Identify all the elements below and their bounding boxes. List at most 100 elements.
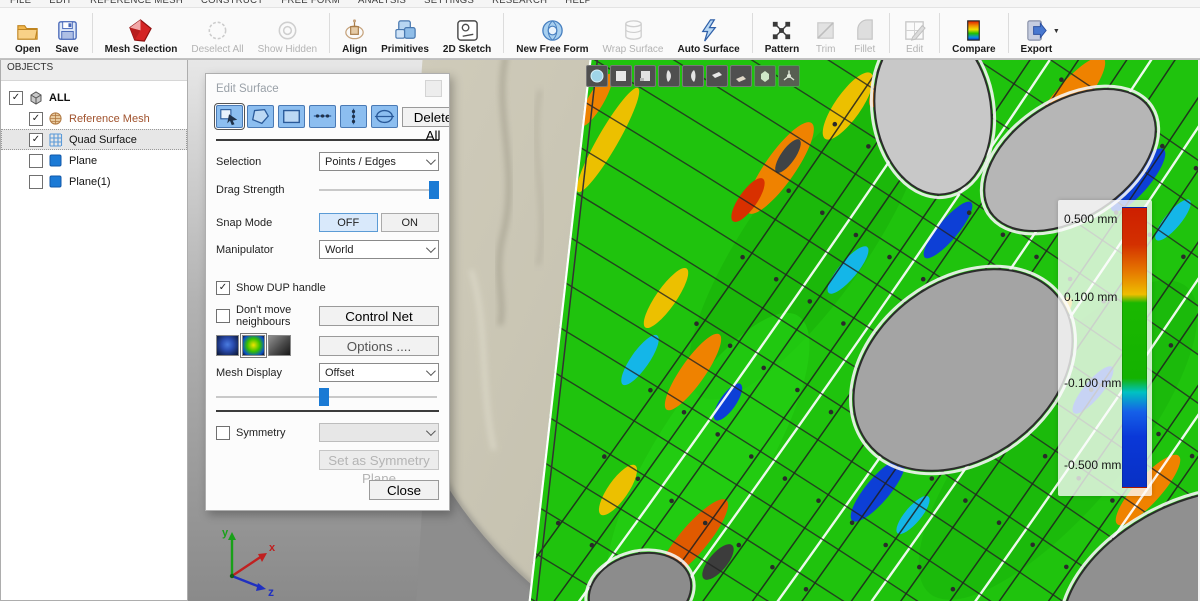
menu-research[interactable]: RESEARCH <box>492 0 547 7</box>
normal-view-icon[interactable] <box>778 65 800 87</box>
axis-x-label: x <box>269 542 276 554</box>
toolbar-separator <box>92 13 93 53</box>
show-dup-label: Show DUP handle <box>236 282 326 294</box>
options-button[interactable]: Options .... <box>319 336 439 356</box>
checkbox-plane[interactable] <box>29 154 43 168</box>
fillet-button[interactable]: Fillet <box>845 8 884 58</box>
delete-all-button[interactable]: Delete All <box>402 107 450 127</box>
mesh-display-slider[interactable] <box>216 388 437 406</box>
symmetry-plane-dropdown[interactable] <box>319 423 439 442</box>
2d-sketch-icon <box>455 18 480 43</box>
primitives-button[interactable]: Primitives <box>374 8 436 58</box>
legend-label-max: 0.500 mm <box>1064 212 1117 226</box>
trim-icon <box>813 18 838 43</box>
trim-button[interactable]: Trim <box>806 8 845 58</box>
chevron-down-icon <box>426 155 436 165</box>
quad-surface-icon <box>48 132 63 147</box>
mesh-selection-button[interactable]: Mesh Selection <box>98 8 185 58</box>
export-button[interactable]: ▼ Export <box>1014 8 1060 58</box>
tree-item-reference-mesh[interactable]: ✓ Reference Mesh <box>1 108 187 129</box>
display-deviation-thumbnail[interactable] <box>242 335 265 356</box>
auto-surface-button[interactable]: Auto Surface <box>670 8 746 58</box>
export-dropdown-caret[interactable]: ▼ <box>1053 28 1060 35</box>
menu-reference-mesh[interactable]: REFERENCE MESH <box>90 0 183 7</box>
mesh-display-dropdown[interactable]: Offset <box>319 363 439 382</box>
checkbox-all[interactable]: ✓ <box>9 91 23 105</box>
edit-icon <box>902 18 927 43</box>
checkbox-reference-mesh[interactable]: ✓ <box>29 112 43 126</box>
dont-move-checkbox[interactable] <box>216 309 230 323</box>
dialog-divider <box>216 410 439 412</box>
set-symmetry-plane-button[interactable]: Set as Symmetry Plane <box>319 450 439 470</box>
tree-item-all[interactable]: ✓ ALL <box>1 87 187 108</box>
toolbar-separator <box>752 13 753 53</box>
main-area: OBJECTS ✓ ALL ✓ Reference Mesh <box>0 59 1200 601</box>
menu-settings[interactable]: SETTINGS <box>424 0 474 7</box>
edit-button[interactable]: Edit <box>895 8 934 58</box>
wrap-surface-button[interactable]: Wrap Surface <box>596 8 671 58</box>
dialog-close-icon[interactable] <box>425 80 442 97</box>
menu-edit[interactable]: EDIT <box>49 0 72 7</box>
display-shaded-thumbnail[interactable] <box>268 335 291 356</box>
menu-file[interactable]: FILE <box>10 0 31 7</box>
compare-button[interactable]: Compare <box>945 8 1002 58</box>
export-icon <box>1024 18 1049 43</box>
view-toolbar <box>586 65 800 87</box>
mesh-display-slider-thumb[interactable] <box>319 388 329 406</box>
lasso-select-tool[interactable] <box>247 105 274 128</box>
select-points-tool[interactable] <box>216 105 243 128</box>
new-free-form-button[interactable]: New Free Form <box>509 8 595 58</box>
view-front-icon[interactable] <box>610 65 632 87</box>
drag-strength-slider-thumb[interactable] <box>429 181 439 199</box>
symmetry-label: Symmetry <box>236 427 319 439</box>
view-top-icon[interactable] <box>706 65 728 87</box>
toolbar-separator <box>329 13 330 53</box>
axis-y-label: y <box>222 527 229 539</box>
show-dup-checkbox[interactable]: ✓ <box>216 281 230 295</box>
view-right-icon[interactable] <box>682 65 704 87</box>
menu-help[interactable]: HELP <box>565 0 591 7</box>
rectangle-select-tool[interactable] <box>278 105 305 128</box>
loop-select-tool[interactable] <box>371 105 398 128</box>
legend-label-min: -0.500 mm <box>1064 458 1121 472</box>
chevron-down-icon <box>426 426 436 436</box>
sphere-select-icon[interactable] <box>586 65 608 87</box>
drag-strength-slider[interactable] <box>319 181 439 199</box>
checkbox-quad-surface[interactable]: ✓ <box>29 133 43 147</box>
legend-color-bar <box>1122 207 1147 488</box>
control-net-button[interactable]: Control Net <box>319 306 439 326</box>
selection-dropdown[interactable]: Points / Edges <box>319 152 439 171</box>
all-cube-icon <box>28 90 43 105</box>
view-back-icon[interactable] <box>634 65 656 87</box>
snap-off-button[interactable]: OFF <box>319 213 378 232</box>
toolbar-separator <box>889 13 890 53</box>
column-select-tool[interactable] <box>340 105 367 128</box>
show-hidden-button[interactable]: Show Hidden <box>251 8 324 58</box>
open-button[interactable]: Open <box>8 8 48 58</box>
align-button[interactable]: Align <box>335 8 374 58</box>
save-button[interactable]: Save <box>48 8 87 58</box>
display-plain-thumbnail[interactable] <box>216 335 239 356</box>
tree-item-plane-1[interactable]: Plane(1) <box>1 171 187 192</box>
row-select-tool[interactable] <box>309 105 336 128</box>
pattern-button[interactable]: Pattern <box>758 8 806 58</box>
deselect-all-button[interactable]: Deselect All <box>184 8 250 58</box>
deviation-legend: 0.500 mm 0.100 mm -0.100 mm -0.500 mm <box>1058 200 1152 496</box>
2d-sketch-button[interactable]: 2D Sketch <box>436 8 498 58</box>
view-iso-icon[interactable] <box>754 65 776 87</box>
symmetry-checkbox[interactable] <box>216 426 230 440</box>
menu-free-form[interactable]: FREE FORM <box>281 0 340 7</box>
menu-analysis[interactable]: ANALYSIS <box>358 0 406 7</box>
tree-item-quad-surface[interactable]: ✓ Quad Surface <box>1 129 187 150</box>
checkbox-plane-1[interactable] <box>29 175 43 189</box>
close-button[interactable]: Close <box>369 480 439 500</box>
tree-item-plane[interactable]: Plane <box>1 150 187 171</box>
objects-panel-title: OBJECTS <box>1 60 187 81</box>
legend-label-lower: -0.100 mm <box>1064 376 1121 390</box>
menu-construct[interactable]: CONSTRUCT <box>201 0 263 7</box>
view-left-icon[interactable] <box>658 65 680 87</box>
view-bottom-icon[interactable] <box>730 65 752 87</box>
snap-on-button[interactable]: ON <box>381 213 440 232</box>
auto-surface-icon <box>696 18 721 43</box>
manipulator-dropdown[interactable]: World <box>319 240 439 259</box>
